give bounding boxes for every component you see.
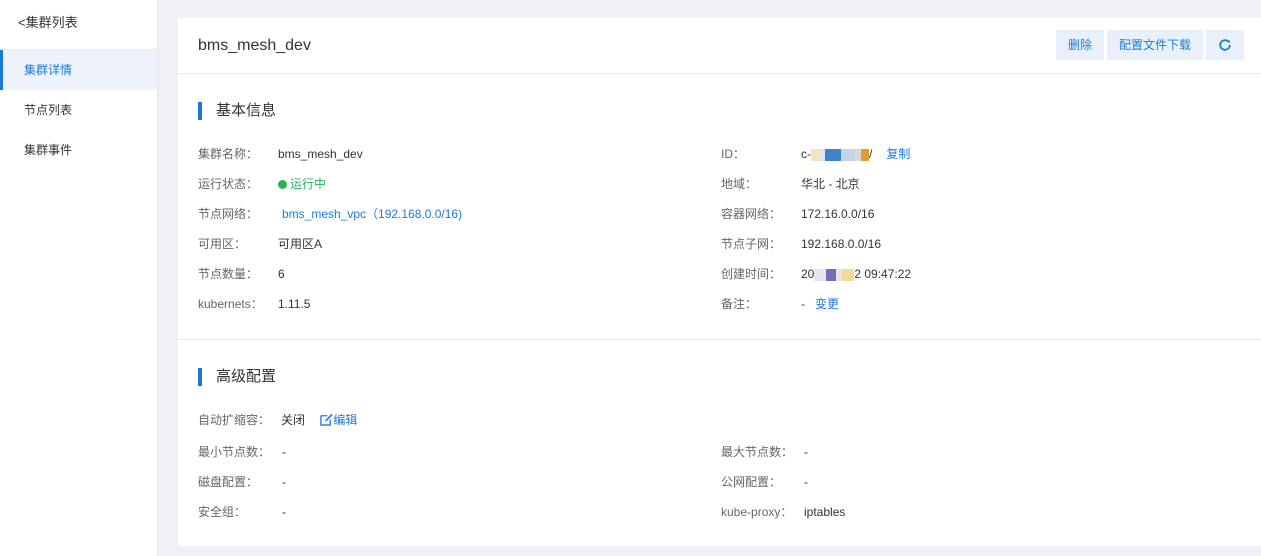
sidebar: <集群列表 集群详情 节点列表 集群事件 — [0, 0, 158, 556]
kube-proxy-value: iptables — [804, 505, 846, 519]
node-network-label: 节点网络： — [198, 207, 259, 221]
created-time-suffix: 2 09:47:22 — [854, 267, 912, 281]
id-redaction-mask — [811, 148, 869, 161]
security-group-label: 安全组： — [198, 505, 247, 519]
container-network-label: 容器网络： — [721, 207, 782, 221]
refresh-button[interactable] — [1206, 30, 1244, 60]
disk-config-value: - — [282, 475, 286, 489]
region-label: 地域： — [721, 177, 758, 191]
sidebar-item-cluster-detail[interactable]: 集群详情 — [0, 50, 157, 90]
zone-value: 可用区A — [278, 237, 323, 251]
edit-autoscale-label: 编辑 — [333, 413, 358, 427]
created-time-redaction-mask — [814, 268, 855, 281]
back-to-cluster-list-link[interactable]: <集群列表 — [0, 0, 157, 50]
advanced-config-title: 高级配置 — [198, 368, 276, 386]
disk-config-label: 磁盘配置： — [198, 475, 259, 489]
autoscale-label: 自动扩缩容： — [198, 413, 271, 427]
status-label: 运行状态： — [198, 177, 259, 191]
edit-icon — [320, 413, 334, 426]
main-panel: bms_mesh_dev 删除 配置文件下载 基本信息 集群名称： bms_mes… — [178, 18, 1261, 546]
status-dot-icon — [278, 180, 287, 189]
autoscale-value: 关闭 — [281, 413, 306, 427]
cluster-name-label: 集群名称： — [198, 147, 259, 161]
copy-id-button[interactable]: 复制 — [886, 147, 910, 161]
status-value: 运行中 — [290, 177, 327, 191]
download-config-button[interactable]: 配置文件下载 — [1106, 30, 1203, 60]
basic-info-title: 基本信息 — [198, 102, 276, 120]
kubernetes-version-value: 1.11.5 — [278, 297, 311, 311]
created-time-prefix: 20 — [801, 267, 815, 281]
container-network-value: 172.16.0.0/16 — [801, 207, 875, 221]
public-config-label: 公网配置： — [721, 475, 782, 489]
node-network-link[interactable]: bms_mesh_vpc（192.168.0.0/16) — [282, 207, 462, 221]
node-subnet-label: 节点子网： — [721, 237, 782, 251]
edit-autoscale-button[interactable]: 编辑 — [320, 413, 357, 427]
cluster-name-value: bms_mesh_dev — [278, 147, 363, 161]
kubernetes-label: kubernets： — [198, 297, 263, 311]
page-header: bms_mesh_dev 删除 配置文件下载 — [178, 18, 1261, 74]
change-remark-button[interactable]: 变更 — [815, 297, 839, 311]
node-count-value: 6 — [278, 267, 285, 281]
max-nodes-label: 最大节点数： — [721, 445, 794, 459]
section-divider — [178, 339, 1261, 340]
page-title: bms_mesh_dev — [198, 37, 311, 54]
node-subnet-value: 192.168.0.0/16 — [801, 237, 882, 251]
sidebar-item-cluster-events[interactable]: 集群事件 — [0, 130, 157, 170]
refresh-icon — [1219, 39, 1231, 51]
id-prefix: c- — [801, 147, 811, 161]
kube-proxy-label: kube-proxy： — [721, 505, 793, 519]
security-group-value: - — [282, 505, 286, 519]
delete-button[interactable]: 删除 — [1055, 30, 1104, 60]
min-nodes-value: - — [282, 445, 286, 459]
max-nodes-value: - — [804, 445, 808, 459]
node-count-label: 节点数量： — [198, 267, 259, 281]
id-suffix: / — [869, 147, 873, 161]
sidebar-item-node-list[interactable]: 节点列表 — [0, 90, 157, 130]
zone-label: 可用区： — [198, 237, 247, 251]
remark-value: - — [801, 297, 805, 311]
region-value: 华北 - 北京 — [801, 177, 860, 191]
remark-label: 备注： — [721, 297, 758, 311]
id-label: ID： — [721, 147, 746, 161]
min-nodes-label: 最小节点数： — [198, 445, 271, 459]
created-time-label: 创建时间： — [721, 267, 782, 281]
public-config-value: - — [804, 475, 808, 489]
